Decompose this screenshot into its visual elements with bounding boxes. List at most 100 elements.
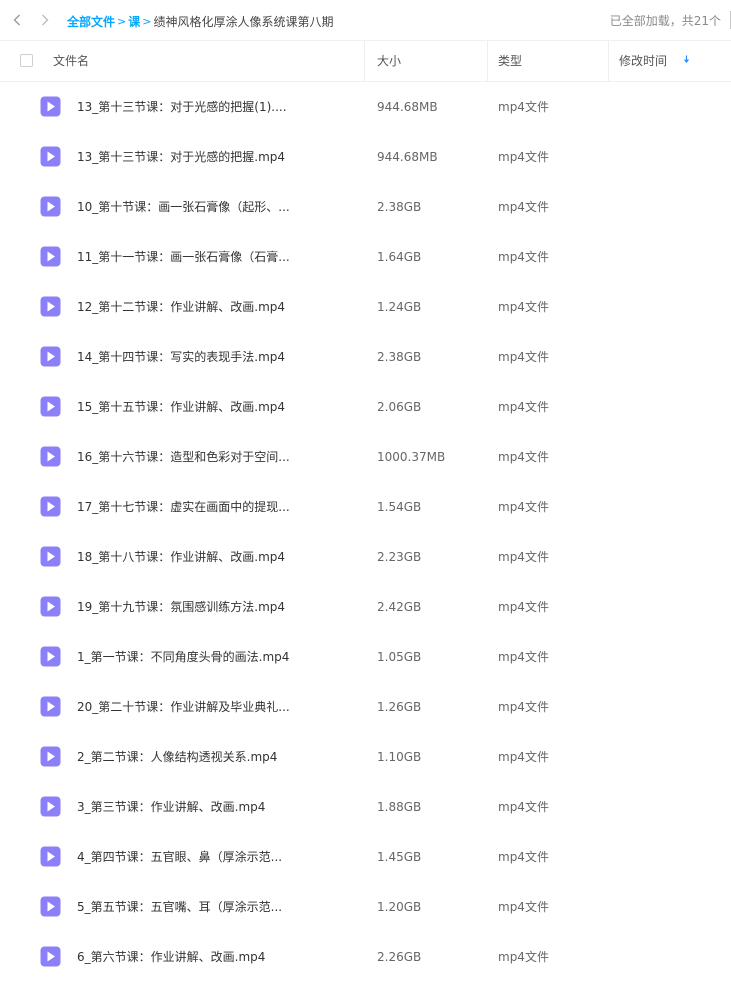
video-file-icon xyxy=(40,96,61,117)
file-name[interactable]: 2_第二节课：人像结构透视关系.mp4 xyxy=(77,732,277,782)
file-row[interactable]: 14_第十四节课：写实的表现手法.mp4 2.38GB mp4文件 xyxy=(0,332,731,382)
video-file-icon xyxy=(40,346,61,367)
file-name[interactable]: 12_第十二节课：作业讲解、改画.mp4 xyxy=(77,282,285,332)
file-type: mp4文件 xyxy=(498,650,549,664)
video-file-icon xyxy=(40,796,61,817)
column-divider[interactable] xyxy=(608,41,609,82)
video-file-icon xyxy=(40,496,61,517)
file-size: 2.23GB xyxy=(377,550,422,564)
top-navigation-bar: 全部文件 > 课 > 绩神风格化厚涂人像系统课第八期 已全部加载，共21个 xyxy=(0,0,731,40)
file-type: mp4文件 xyxy=(498,600,549,614)
file-size: 1.64GB xyxy=(377,250,422,264)
file-row[interactable]: 16_第十六节课：造型和色彩对于空间... 1000.37MB mp4文件 xyxy=(0,432,731,482)
file-type: mp4文件 xyxy=(498,450,549,464)
file-size: 1.45GB xyxy=(377,850,422,864)
file-row[interactable]: 3_第三节课：作业讲解、改画.mp4 1.88GB mp4文件 xyxy=(0,782,731,832)
column-divider[interactable] xyxy=(364,41,365,82)
video-file-icon xyxy=(40,396,61,417)
column-divider[interactable] xyxy=(487,41,488,82)
file-type: mp4文件 xyxy=(498,250,549,264)
file-row[interactable]: 5_第五节课：五官嘴、耳（厚涂示范... 1.20GB mp4文件 xyxy=(0,882,731,932)
file-name[interactable]: 16_第十六节课：造型和色彩对于空间... xyxy=(77,432,290,482)
file-name[interactable]: 10_第十节课：画一张石膏像（起形、... xyxy=(77,182,290,232)
select-all-checkbox[interactable] xyxy=(20,54,33,67)
breadcrumb: 全部文件 > 课 > 绩神风格化厚涂人像系统课第八期 xyxy=(67,12,333,30)
file-row[interactable]: 13_第十三节课：对于光感的把握.mp4 944.68MB mp4文件 xyxy=(0,132,731,182)
chevron-left-icon[interactable] xyxy=(9,11,25,29)
file-row[interactable]: 19_第十九节课：氛围感训练方法.mp4 2.42GB mp4文件 xyxy=(0,582,731,632)
file-size: 2.06GB xyxy=(377,400,422,414)
column-header-type[interactable]: 类型 xyxy=(498,41,522,82)
file-type: mp4文件 xyxy=(498,550,549,564)
video-file-icon xyxy=(40,646,61,667)
file-list-header: 文件名 大小 类型 修改时间 xyxy=(0,40,731,82)
file-name[interactable]: 19_第十九节课：氛围感训练方法.mp4 xyxy=(77,582,285,632)
video-file-icon xyxy=(40,746,61,767)
file-name[interactable]: 6_第六节课：作业讲解、改画.mp4 xyxy=(77,932,265,982)
file-type: mp4文件 xyxy=(498,500,549,514)
file-row[interactable]: 15_第十五节课：作业讲解、改画.mp4 2.06GB mp4文件 xyxy=(0,382,731,432)
file-row[interactable]: 10_第十节课：画一张石膏像（起形、... 2.38GB mp4文件 xyxy=(0,182,731,232)
file-name[interactable]: 14_第十四节课：写实的表现手法.mp4 xyxy=(77,332,285,382)
sort-desc-icon[interactable] xyxy=(683,40,690,81)
file-size: 944.68MB xyxy=(377,150,438,164)
file-type: mp4文件 xyxy=(498,300,549,314)
video-file-icon xyxy=(40,946,61,967)
file-size: 944.68MB xyxy=(377,100,438,114)
breadcrumb-current-folder: 绩神风格化厚涂人像系统课第八期 xyxy=(153,14,334,29)
video-file-icon xyxy=(40,296,61,317)
breadcrumb-separator: > xyxy=(117,14,127,28)
file-name[interactable]: 11_第十一节课：画一张石膏像（石膏... xyxy=(77,232,290,282)
video-file-icon xyxy=(40,696,61,717)
file-type: mp4文件 xyxy=(498,800,549,814)
file-size: 1.54GB xyxy=(377,500,422,514)
file-name[interactable]: 3_第三节课：作业讲解、改画.mp4 xyxy=(77,782,265,832)
video-file-icon xyxy=(40,546,61,567)
file-name[interactable]: 4_第四节课：五官眼、鼻（厚涂示范... xyxy=(77,832,282,882)
file-name[interactable]: 5_第五节课：五官嘴、耳（厚涂示范... xyxy=(77,882,282,932)
video-file-icon xyxy=(40,146,61,167)
file-row[interactable]: 2_第二节课：人像结构透视关系.mp4 1.10GB mp4文件 xyxy=(0,732,731,782)
file-type: mp4文件 xyxy=(498,700,549,714)
file-size: 2.38GB xyxy=(377,350,422,364)
file-name[interactable]: 1_第一节课：不同角度头骨的画法.mp4 xyxy=(77,632,289,682)
file-row[interactable]: 18_第十八节课：作业讲解、改画.mp4 2.23GB mp4文件 xyxy=(0,532,731,582)
file-name[interactable]: 13_第十三节课：对于光感的把握.mp4 xyxy=(77,132,285,182)
file-name[interactable]: 15_第十五节课：作业讲解、改画.mp4 xyxy=(77,382,285,432)
column-header-modified[interactable]: 修改时间 xyxy=(619,41,690,82)
file-type: mp4文件 xyxy=(498,750,549,764)
column-header-modified-label: 修改时间 xyxy=(619,54,668,68)
load-status-text: 已全部加载，共21个 xyxy=(609,14,721,28)
file-row[interactable]: 1_第一节课：不同角度头骨的画法.mp4 1.05GB mp4文件 xyxy=(0,632,731,682)
file-row[interactable]: 12_第十二节课：作业讲解、改画.mp4 1.24GB mp4文件 xyxy=(0,282,731,332)
file-name[interactable]: 13_第十三节课：对于光感的把握(1).... xyxy=(77,82,287,132)
file-name[interactable]: 17_第十七节课：虚实在画面中的提现... xyxy=(77,482,290,532)
file-size: 1.26GB xyxy=(377,700,422,714)
file-size: 1.88GB xyxy=(377,800,422,814)
video-file-icon xyxy=(40,246,61,267)
file-size: 1.10GB xyxy=(377,750,422,764)
file-row[interactable]: 13_第十三节课：对于光感的把握(1).... 944.68MB mp4文件 xyxy=(0,82,731,132)
file-size: 1.05GB xyxy=(377,650,422,664)
file-row[interactable]: 6_第六节课：作业讲解、改画.mp4 2.26GB mp4文件 xyxy=(0,932,731,982)
file-name[interactable]: 18_第十八节课：作业讲解、改画.mp4 xyxy=(77,532,285,582)
file-row[interactable]: 11_第十一节课：画一张石膏像（石膏... 1.64GB mp4文件 xyxy=(0,232,731,282)
file-name[interactable]: 20_第二十节课：作业讲解及毕业典礼... xyxy=(77,682,290,732)
file-row[interactable]: 4_第四节课：五官眼、鼻（厚涂示范... 1.45GB mp4文件 xyxy=(0,832,731,882)
video-file-icon xyxy=(40,896,61,917)
breadcrumb-root-link[interactable]: 全部文件 xyxy=(67,13,115,30)
file-type: mp4文件 xyxy=(498,850,549,864)
file-type: mp4文件 xyxy=(498,350,549,364)
file-type: mp4文件 xyxy=(498,950,549,964)
file-size: 2.38GB xyxy=(377,200,422,214)
file-size: 1.24GB xyxy=(377,300,422,314)
file-row[interactable]: 20_第二十节课：作业讲解及毕业典礼... 1.26GB mp4文件 xyxy=(0,682,731,732)
breadcrumb-separator: > xyxy=(142,14,152,28)
chevron-right-icon[interactable] xyxy=(37,11,53,29)
video-file-icon xyxy=(40,596,61,617)
file-size: 2.42GB xyxy=(377,600,422,614)
file-row[interactable]: 17_第十七节课：虚实在画面中的提现... 1.54GB mp4文件 xyxy=(0,482,731,532)
column-header-name[interactable]: 文件名 xyxy=(53,41,89,82)
column-header-size[interactable]: 大小 xyxy=(377,41,401,82)
breadcrumb-parent-link[interactable]: 课 xyxy=(128,13,140,30)
